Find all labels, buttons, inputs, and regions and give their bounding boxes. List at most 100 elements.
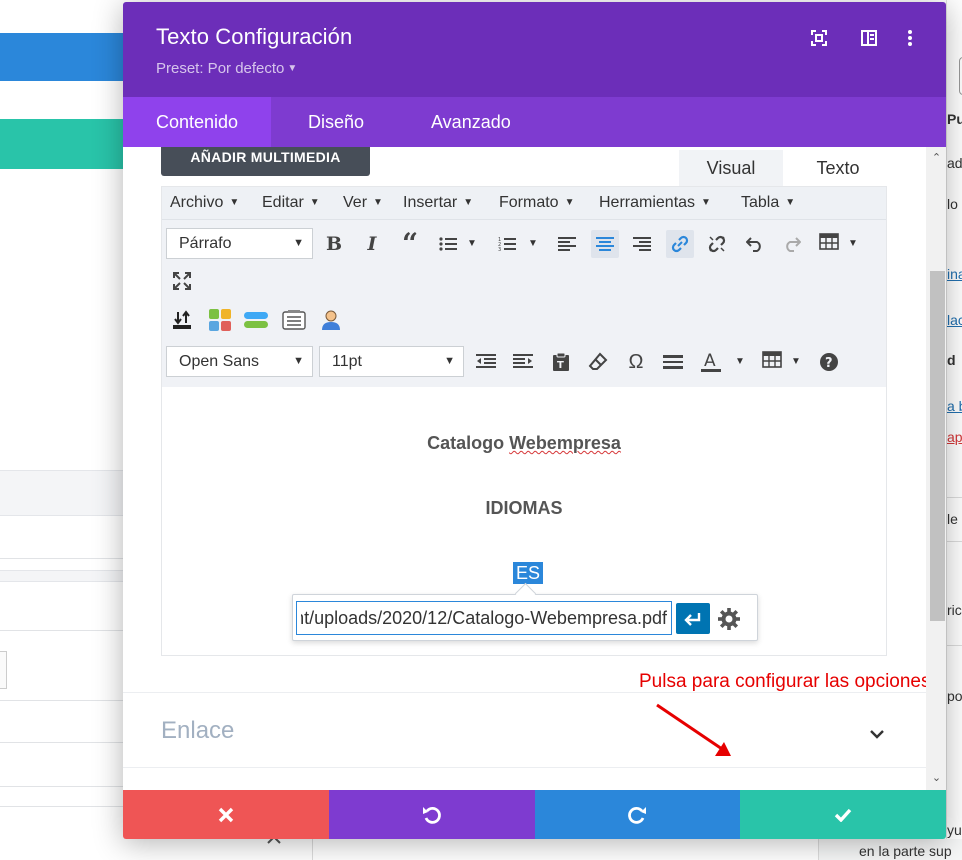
special-character-icon[interactable]: Ω <box>622 348 650 376</box>
tab-texto[interactable]: Texto <box>789 150 887 187</box>
caret-down-icon: ▼ <box>564 197 575 208</box>
background-link[interactable]: ap <box>947 429 962 445</box>
background-divider <box>0 700 123 701</box>
link-options-gear-icon[interactable] <box>715 605 743 633</box>
scroll-down-icon[interactable]: ⌄ <box>930 771 943 784</box>
modal-body: AÑADIR MULTIMEDIA Visual Texto Archivo ▼ … <box>123 147 946 790</box>
editor-menubar: Archivo ▼ Editar ▼ Ver ▼ Insertar ▼ Formato ▼… <box>162 187 886 220</box>
font-size-select[interactable]: 11pt ▼ <box>319 346 464 377</box>
caret-down-icon[interactable]: ▼ <box>848 238 858 249</box>
background-divider <box>0 630 123 631</box>
align-left-icon[interactable] <box>553 230 581 258</box>
redo-icon[interactable] <box>778 230 806 258</box>
font-family-select[interactable]: Open Sans ▼ <box>166 346 313 377</box>
menu-tabla[interactable]: Tabla ▼ <box>741 194 795 212</box>
close-icon <box>218 807 234 822</box>
caret-down-icon: ▼ <box>309 197 320 208</box>
redo-icon <box>628 806 647 824</box>
menu-archivo[interactable]: Archivo ▼ <box>170 194 239 212</box>
section-enlace-title[interactable]: Enlace <box>161 717 234 745</box>
redo-button[interactable] <box>534 790 741 839</box>
undo-button[interactable] <box>328 790 535 839</box>
background-divider <box>0 786 123 787</box>
background-text: ad <box>947 155 962 171</box>
select-value: Open Sans <box>179 353 260 370</box>
fullscreen-icon[interactable] <box>168 267 196 295</box>
help-icon[interactable]: ? <box>815 348 843 376</box>
add-media-button[interactable]: AÑADIR MULTIMEDIA <box>161 147 370 176</box>
menu-editar[interactable]: Editar ▼ <box>262 194 320 212</box>
save-button[interactable] <box>740 790 946 839</box>
outdent-icon[interactable] <box>472 348 500 376</box>
background-link[interactable]: lac <box>947 312 962 328</box>
background-divider <box>0 806 123 807</box>
italic-icon[interactable]: I <box>358 230 386 258</box>
background-link[interactable]: a b <box>947 398 962 414</box>
bullet-list-icon[interactable] <box>434 230 462 258</box>
blockquote-icon[interactable]: “ <box>396 230 424 258</box>
menu-label: Tabla <box>741 194 780 211</box>
scroll-up-icon[interactable]: ⌃ <box>930 151 943 164</box>
selected-link-text[interactable]: ES <box>513 562 544 584</box>
background-divider <box>0 558 123 559</box>
content-heading: Catalogo Webempresa <box>162 433 886 454</box>
background-divider <box>0 742 123 743</box>
text-box-icon[interactable] <box>280 306 308 334</box>
numbered-list-icon[interactable]: 123 <box>493 230 521 258</box>
menu-formato[interactable]: Formato ▼ <box>499 194 574 212</box>
fullscreen-icon[interactable] <box>809 28 829 48</box>
caret-down-icon: ▼ <box>287 63 298 74</box>
paste-text-icon[interactable]: T <box>547 348 575 376</box>
text-color-icon[interactable]: A <box>697 348 725 376</box>
clear-formatting-icon[interactable] <box>584 348 612 376</box>
caret-down-icon[interactable]: ▼ <box>735 356 745 367</box>
tab-visual[interactable]: Visual <box>679 150 783 187</box>
tab-avanzado[interactable]: Avanzado <box>398 97 544 147</box>
divider-insert-icon[interactable] <box>242 306 270 334</box>
indent-icon[interactable] <box>509 348 537 376</box>
preset-selector[interactable]: Preset: Por defecto ▼ <box>156 60 297 77</box>
bold-icon[interactable]: B <box>320 230 348 258</box>
select-value: 11pt <box>332 353 362 370</box>
select-value: Párrafo <box>179 235 232 252</box>
caret-down-icon: ▼ <box>229 197 240 208</box>
tab-diseno[interactable]: Diseño <box>275 97 397 147</box>
caret-down-icon: ▼ <box>701 197 711 208</box>
apply-link-button[interactable] <box>676 603 710 634</box>
cancel-button[interactable] <box>123 790 329 839</box>
table-icon[interactable] <box>758 346 786 374</box>
menu-insertar[interactable]: Insertar ▼ <box>403 194 473 212</box>
align-right-icon[interactable] <box>628 230 656 258</box>
sidebar-layout-icon[interactable] <box>859 28 879 48</box>
link-url-input[interactable] <box>296 601 672 635</box>
background-link[interactable]: ina <box>947 266 962 282</box>
background-text: yu <box>947 822 962 838</box>
more-vertical-icon[interactable] <box>900 28 920 48</box>
modal-footer <box>123 790 946 839</box>
modal-scrollbar[interactable]: ⌃ ⌄ <box>926 147 946 790</box>
background-divider <box>947 497 962 498</box>
chevron-down-icon[interactable] <box>865 722 889 746</box>
align-center-icon[interactable] <box>591 230 619 258</box>
undo-icon[interactable] <box>741 230 769 258</box>
scrollbar-thumb[interactable] <box>930 271 945 621</box>
unlink-icon[interactable] <box>703 230 731 258</box>
caret-down-icon[interactable]: ▼ <box>528 238 538 249</box>
user-icon[interactable] <box>317 306 345 334</box>
horizontal-line-icon[interactable] <box>659 348 687 376</box>
svg-text:3: 3 <box>498 247 501 252</box>
shortcodes-icon[interactable] <box>206 306 234 334</box>
link-editor-popup <box>292 594 758 641</box>
background-text: d <box>947 352 956 368</box>
tab-contenido[interactable]: Contenido <box>123 97 272 147</box>
menu-herramientas[interactable]: Herramientas ▼ <box>599 194 711 212</box>
background-text: Pu <box>947 111 962 127</box>
paragraph-format-select[interactable]: Párrafo ▼ <box>166 228 313 259</box>
caret-down-icon[interactable]: ▼ <box>467 238 477 249</box>
menu-label: Editar <box>262 194 304 211</box>
link-icon[interactable] <box>666 230 694 258</box>
menu-ver[interactable]: Ver ▼ <box>343 194 383 212</box>
table-icon[interactable] <box>815 228 843 256</box>
import-icon[interactable] <box>168 306 196 334</box>
caret-down-icon[interactable]: ▼ <box>791 356 801 367</box>
